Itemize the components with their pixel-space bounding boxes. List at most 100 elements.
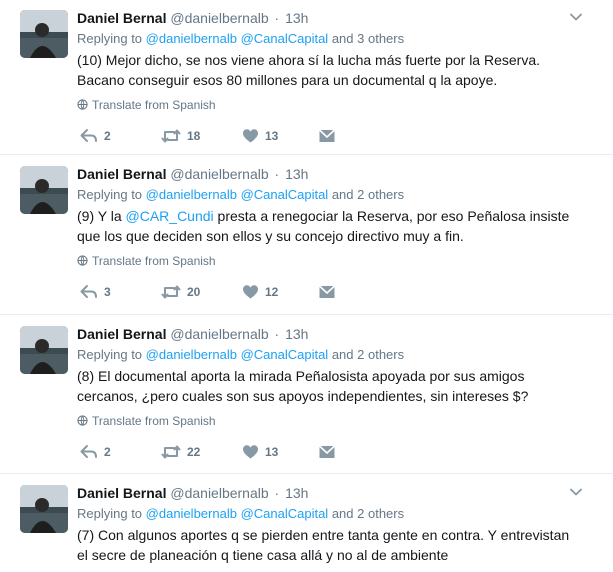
avatar[interactable] (20, 10, 68, 58)
separator: · (274, 326, 280, 342)
others-link[interactable]: and 2 others (332, 187, 404, 202)
tweet-text-line: Bacano conseguir esos 80 millones para u… (77, 72, 498, 88)
caret-down-icon[interactable] (569, 485, 583, 499)
tweet-text-line: el secre de planeación q tiene casa allá… (77, 547, 449, 563)
like-button[interactable]: 12 (242, 281, 278, 301)
reply-button[interactable]: 3 (80, 281, 111, 301)
replying-prefix: Replying to (77, 347, 143, 362)
translate-label: Translate from Spanish (92, 414, 216, 428)
translate-link[interactable]: Translate from Spanish (77, 413, 216, 429)
author-handle[interactable]: @danielbernalb (170, 166, 268, 182)
translate-link[interactable]: Translate from Spanish (77, 253, 216, 269)
tweet-text: (9) Y la @CAR_Cundi presta a renegociar … (77, 206, 597, 246)
tweet-text-segment: presta a renegociar la Reserva, por eso … (213, 208, 570, 224)
avatar[interactable] (20, 485, 68, 533)
others-link[interactable]: and 3 others (332, 31, 404, 46)
tweet-actions: 3 20 12 (77, 281, 377, 301)
direct-message-icon (318, 129, 336, 142)
author-handle[interactable]: @danielbernalb (170, 485, 268, 501)
mention-link[interactable]: @danielbernalb (146, 31, 237, 46)
tweet[interactable]: Daniel Bernal @danielbernalb · 13h Reply… (0, 475, 613, 572)
replying-prefix: Replying to (77, 31, 143, 46)
tweet-text: (7) Con algunos aportes q se pierden ent… (77, 525, 597, 565)
author-handle[interactable]: @danielbernalb (170, 326, 268, 342)
tweet-actions: 2 22 13 (77, 441, 377, 461)
translate-label: Translate from Spanish (92, 254, 216, 268)
like-button[interactable]: 13 (242, 441, 278, 461)
tweet-header: Daniel Bernal @danielbernalb · 13h (77, 483, 308, 503)
tweet-text: (10) Mejor dicho, se nos viene ahora sí … (77, 50, 597, 90)
tweet-actions: 2 18 13 (77, 125, 377, 145)
retweet-button[interactable]: 20 (161, 281, 200, 301)
like-icon (243, 285, 258, 299)
direct-message-button[interactable] (318, 281, 336, 301)
retweet-icon (161, 129, 181, 143)
timestamp[interactable]: 13h (285, 166, 308, 182)
timestamp[interactable]: 13h (285, 485, 308, 501)
caret-down-icon[interactable] (569, 10, 583, 24)
reply-icon (80, 444, 97, 458)
direct-message-button[interactable] (318, 441, 336, 461)
direct-message-button[interactable] (318, 125, 336, 145)
mention-link[interactable]: @danielbernalb (146, 187, 237, 202)
direct-message-icon (318, 285, 336, 298)
replying-to: Replying to @danielbernalb @CanalCapital… (77, 346, 404, 364)
like-button[interactable]: 13 (242, 125, 278, 145)
like-count: 13 (265, 444, 279, 459)
reply-count: 2 (104, 444, 111, 459)
tweet[interactable]: Daniel Bernal @danielbernalb · 13h Reply… (0, 156, 613, 315)
author-name[interactable]: Daniel Bernal (77, 326, 166, 342)
avatar[interactable] (20, 326, 68, 374)
tweet-text-line: que los que deciden son ellos y su conce… (77, 228, 464, 244)
reply-button[interactable]: 2 (80, 441, 111, 461)
tweet-text-line: (8) El documental aporta la mirada Peñal… (77, 368, 525, 384)
mention-link[interactable]: @CanalCapital (241, 506, 329, 521)
like-icon (243, 445, 258, 459)
separator: · (274, 166, 280, 182)
globe-icon (77, 255, 88, 266)
direct-message-icon (318, 445, 336, 458)
timeline: Daniel Bernal @danielbernalb · 13h Reply… (0, 0, 613, 572)
mention-link[interactable]: @CAR_Cundi (126, 208, 214, 224)
translate-link[interactable]: Translate from Spanish (77, 97, 216, 113)
mention-link[interactable]: @CanalCapital (241, 31, 329, 46)
replying-prefix: Replying to (77, 506, 143, 521)
timestamp[interactable]: 13h (285, 10, 308, 26)
retweet-button[interactable]: 18 (161, 125, 200, 145)
reply-button[interactable]: 2 (80, 125, 111, 145)
separator: · (274, 10, 280, 26)
like-count: 13 (265, 128, 279, 143)
retweet-count: 22 (187, 444, 201, 459)
retweet-count: 20 (187, 284, 201, 299)
author-name[interactable]: Daniel Bernal (77, 485, 166, 501)
mention-link[interactable]: @danielbernalb (146, 506, 237, 521)
tweet-text: (8) El documental aporta la mirada Peñal… (77, 366, 597, 406)
retweet-count: 18 (187, 128, 201, 143)
reply-count: 2 (104, 128, 111, 143)
mention-link[interactable]: @CanalCapital (241, 187, 329, 202)
like-count: 12 (265, 284, 279, 299)
author-name[interactable]: Daniel Bernal (77, 10, 166, 26)
author-name[interactable]: Daniel Bernal (77, 166, 166, 182)
reply-count: 3 (104, 284, 111, 299)
tweet[interactable]: Daniel Bernal @danielbernalb · 13h Reply… (0, 316, 613, 474)
mention-link[interactable]: @danielbernalb (146, 347, 237, 362)
others-link[interactable]: and 2 others (332, 347, 404, 362)
others-link[interactable]: and 2 others (332, 506, 404, 521)
retweet-icon (161, 285, 181, 299)
timestamp[interactable]: 13h (285, 326, 308, 342)
like-icon (243, 129, 258, 143)
tweet-text-line: (10) Mejor dicho, se nos viene ahora sí … (77, 52, 541, 68)
replying-prefix: Replying to (77, 187, 143, 202)
tweet-header: Daniel Bernal @danielbernalb · 13h (77, 324, 308, 344)
replying-to: Replying to @danielbernalb @CanalCapital… (77, 30, 404, 48)
tweet-text-line: (7) Con algunos aportes q se pierden ent… (77, 527, 570, 543)
retweet-button[interactable]: 22 (161, 441, 200, 461)
tweet[interactable]: Daniel Bernal @danielbernalb · 13h Reply… (0, 0, 613, 155)
avatar[interactable] (20, 166, 68, 214)
translate-label: Translate from Spanish (92, 98, 216, 112)
mention-link[interactable]: @CanalCapital (241, 347, 329, 362)
author-handle[interactable]: @danielbernalb (170, 10, 268, 26)
tweet-header: Daniel Bernal @danielbernalb · 13h (77, 164, 308, 184)
tweet-text-line: (9) Y la @CAR_Cundi presta a renegociar … (77, 206, 597, 226)
